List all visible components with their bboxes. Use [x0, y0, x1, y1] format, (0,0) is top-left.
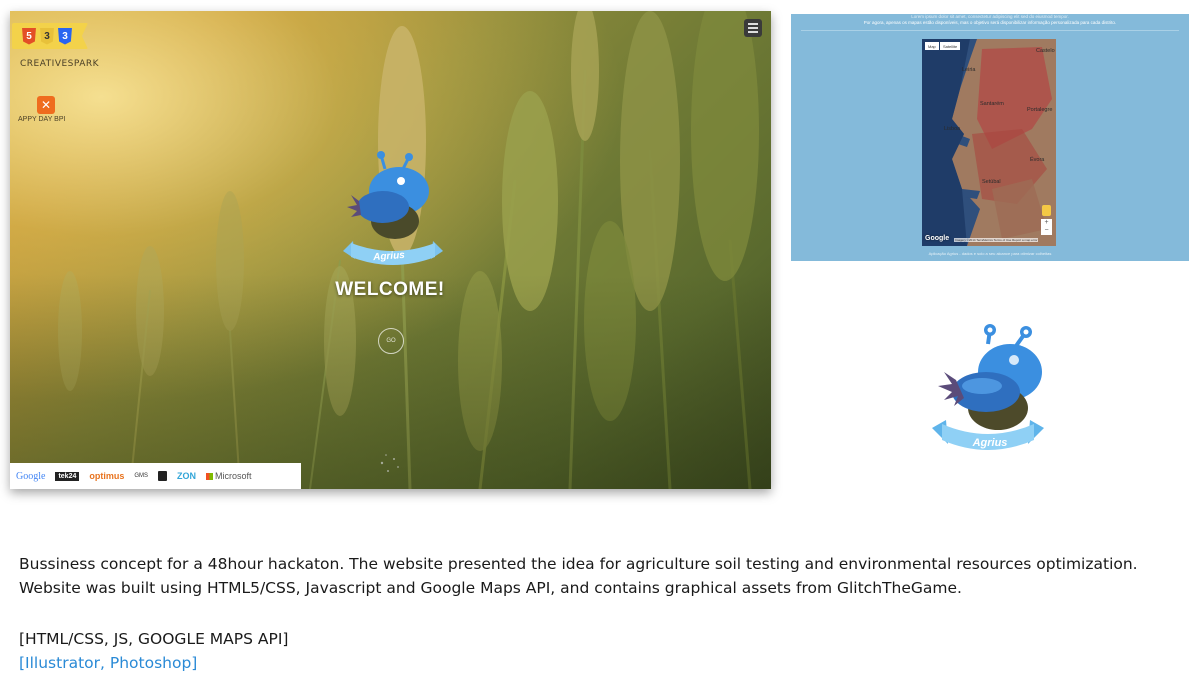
map-type-map-button[interactable]: Map — [925, 42, 939, 50]
description-line-1: Bussiness concept for a 48hour hackaton.… — [19, 555, 1138, 573]
css3-icon: 3 — [58, 27, 72, 45]
agrius-mascot-logo-large: Agrius — [932, 324, 1044, 450]
go-button-label: GO — [386, 338, 396, 344]
sponsor-microsoft-label: Microsoft — [215, 471, 252, 481]
appy-day-label: APPY DAY BPI — [18, 116, 66, 123]
logo-ribbon-label: Agrius — [972, 437, 1008, 449]
city-label: Lisboa — [944, 126, 961, 132]
creativespark-logo: CREATIVESPARK — [20, 59, 100, 69]
city-label: Setúbal — [982, 179, 1001, 185]
city-label: Castelo — [1036, 48, 1055, 54]
pegman-icon[interactable] — [1042, 205, 1051, 216]
city-label: Santarém — [980, 101, 1004, 107]
website-screenshot-hero: 5 3 3 CREATIVESPARK ✕ APPY DAY BPI Agriu… — [10, 11, 771, 489]
google-logo: Google — [925, 235, 950, 242]
js-badge-number: 3 — [44, 30, 50, 42]
sponsor-optimus: optimus — [89, 471, 125, 481]
description-line-2: Website was built using HTML5/CSS, Javas… — [19, 579, 962, 597]
map-copyright[interactable]: Imagery ©2014 TerraMetrics Terms of Use … — [954, 238, 1039, 242]
go-button[interactable]: GO — [378, 328, 404, 354]
zoom-control[interactable]: + − — [1041, 219, 1052, 235]
map-type-satellite-button[interactable]: Satellite — [940, 42, 961, 50]
sponsor-microsoft: Microsoft — [206, 471, 252, 481]
divider — [801, 30, 1179, 31]
sponsor-gms: GMS — [134, 473, 149, 479]
sponsor-google: Google — [16, 470, 46, 482]
zoom-in-button[interactable]: + — [1041, 219, 1052, 227]
sponsor-glitch-icon — [158, 471, 168, 481]
satellite-map-image — [922, 39, 1056, 246]
sponsor-tek24: tek24 — [55, 471, 80, 481]
html5-css3-badge: 5 3 3 — [12, 23, 88, 49]
city-label: Portalegre — [1027, 107, 1053, 113]
map-header-line-2: Por agora, apenas os mapas estão disponí… — [863, 20, 1117, 25]
tools-label: [Illustrator, Photoshop] — [19, 654, 198, 672]
city-label: Leiria — [962, 67, 976, 73]
zoom-out-button[interactable]: − — [1041, 227, 1052, 235]
css3-badge-number: 3 — [62, 30, 68, 42]
js-icon: 3 — [40, 27, 54, 45]
sponsor-zon: ZON — [177, 471, 197, 481]
google-map[interactable]: Map Satellite Castelo Leiria Santarém Po… — [922, 39, 1056, 246]
microsoft-icon — [206, 473, 214, 480]
welcome-heading: WELCOME! — [335, 279, 445, 300]
menu-icon[interactable] — [744, 19, 762, 37]
html5-badge-number: 5 — [26, 30, 32, 42]
map-header-line-1: Lorem ipsum dolor sit amet, consectetur … — [911, 14, 1069, 19]
map-footer-note: Aplicação Agrius - dados e solo a seu al… — [928, 251, 1052, 256]
map-page-screenshot: Lorem ipsum dolor sit amet, consectetur … — [791, 14, 1189, 261]
sponsor-bar: Google tek24 optimus GMS ZON Microsoft — [10, 463, 301, 489]
city-label: Évora — [1030, 157, 1045, 163]
html5-icon: 5 — [22, 27, 36, 45]
map-page-header: Lorem ipsum dolor sit amet, consectetur … — [791, 14, 1189, 26]
tech-stack-label: [HTML/CSS, JS, GOOGLE MAPS API] — [19, 630, 289, 648]
appy-day-icon: ✕ — [37, 96, 55, 114]
